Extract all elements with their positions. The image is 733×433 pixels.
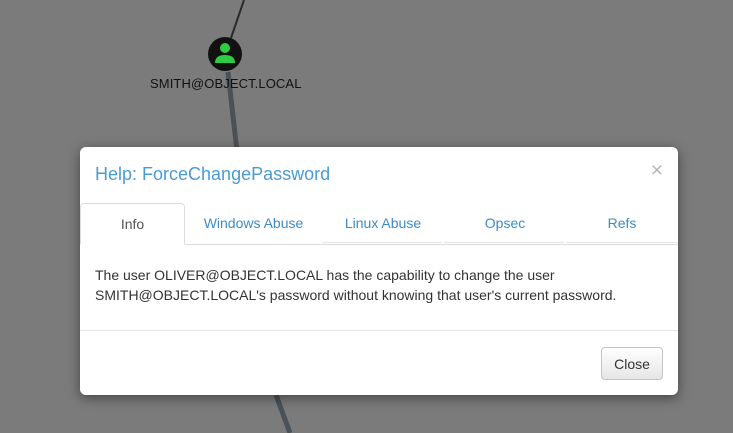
close-button[interactable]: Close — [601, 347, 663, 380]
user-node[interactable] — [208, 37, 242, 71]
modal-footer: Close — [80, 330, 678, 395]
tab-opsec[interactable]: Opsec — [444, 203, 566, 243]
graph-edge-top[interactable] — [230, 0, 245, 39]
tab-info[interactable]: Info — [80, 203, 185, 245]
graph-edge-bottom[interactable] — [273, 394, 293, 433]
modal-title: Help: ForceChangePassword — [95, 164, 331, 184]
node-label: SMITH@OBJECT.LOCAL — [150, 76, 302, 91]
info-text: The user OLIVER@OBJECT.LOCAL has the cap… — [95, 267, 617, 303]
close-icon[interactable]: × — [651, 160, 663, 182]
help-modal: Help: ForceChangePassword × Info Windows… — [80, 147, 678, 395]
tab-linux-abuse[interactable]: Linux Abuse — [322, 203, 444, 243]
tab-refs[interactable]: Refs — [566, 203, 678, 243]
tab-bar: Info Windows Abuse Linux Abuse Opsec Ref… — [80, 203, 678, 245]
tab-windows-abuse[interactable]: Windows Abuse — [185, 203, 322, 243]
